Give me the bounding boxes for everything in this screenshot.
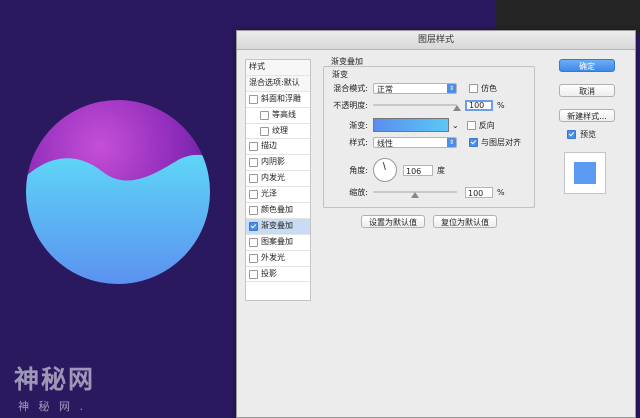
scale-slider-knob[interactable] xyxy=(411,191,419,198)
style-item-label: 颜色叠加 xyxy=(261,205,293,215)
style-item-checkbox[interactable] xyxy=(260,126,269,136)
style-item-checkbox[interactable] xyxy=(249,174,258,184)
blend-options-item[interactable]: 混合选项:默认 xyxy=(246,75,310,92)
watermark-sub: 神 秘 网 . xyxy=(18,400,86,413)
style-item-label: 外发光 xyxy=(261,252,285,262)
dither-checkbox[interactable] xyxy=(469,84,478,93)
preview-color xyxy=(574,162,596,184)
gradient-subsection: 渐变 混合模式: 正常 ⇕ 仿色 不透明度: 100 % 渐变: ⌄ 反向 样式… xyxy=(323,66,535,208)
reverse-checkbox[interactable] xyxy=(466,120,476,130)
style-item-checkbox[interactable] xyxy=(249,190,258,200)
style-item[interactable]: 内阴影 xyxy=(246,155,310,172)
scale-unit: % xyxy=(497,188,505,197)
style-item[interactable]: 图案叠加 xyxy=(246,235,310,251)
style-item[interactable]: 投影 xyxy=(246,267,310,283)
style-item-checkbox[interactable] xyxy=(249,269,258,279)
gradient-swatch[interactable] xyxy=(373,118,449,132)
blend-mode-value: 正常 xyxy=(377,85,393,94)
style-item-label: 光泽 xyxy=(261,189,277,199)
styles-list-header[interactable]: 样式 xyxy=(246,60,310,76)
style-item-checkbox[interactable] xyxy=(249,158,258,168)
reverse-label: 反向 xyxy=(478,120,495,130)
style-item-label: 纹理 xyxy=(272,125,288,135)
style-value: 线性 xyxy=(377,139,393,148)
style-item-label: 斜面和浮雕 xyxy=(261,93,301,103)
artwork-circle xyxy=(26,100,210,284)
chevron-updown-icon: ⇕ xyxy=(447,84,456,93)
style-item-checkbox[interactable] xyxy=(249,237,258,247)
style-item[interactable]: 外发光 xyxy=(246,251,310,267)
opacity-slider[interactable] xyxy=(373,101,461,111)
style-item[interactable]: 内发光 xyxy=(246,171,310,188)
scale-slider[interactable] xyxy=(373,188,457,198)
opacity-label: 不透明度: xyxy=(333,101,368,110)
chevron-updown-icon: ⇕ xyxy=(447,138,456,147)
chevron-down-icon[interactable]: ⌄ xyxy=(452,121,459,130)
style-item[interactable]: 渐变叠加 xyxy=(246,218,310,235)
style-item-checkbox[interactable] xyxy=(249,253,258,263)
subsection-title: 渐变 xyxy=(332,70,348,79)
preview-label: 预览 xyxy=(580,130,596,139)
angle-unit: 度 xyxy=(437,165,445,175)
new-style-button[interactable]: 新建样式... xyxy=(559,109,615,122)
style-item[interactable]: 颜色叠加 xyxy=(246,203,310,219)
styles-list: 样式 混合选项:默认 斜面和浮雕等高线纹理描边内阴影内发光光泽颜色叠加渐变叠加图… xyxy=(245,59,311,301)
angle-dial-hand xyxy=(382,162,386,170)
dialog-title: 图层样式 xyxy=(237,31,635,50)
style-item-label: 投影 xyxy=(261,268,277,278)
style-item[interactable]: 纹理 xyxy=(246,124,310,140)
dither-label: 仿色 xyxy=(481,84,497,93)
style-item-label: 渐变叠加 xyxy=(261,220,293,230)
style-item-label: 内阴影 xyxy=(261,157,285,167)
blend-mode-select[interactable]: 正常 ⇕ xyxy=(373,83,457,94)
style-item-checkbox[interactable] xyxy=(260,110,269,120)
blend-mode-label: 混合模式: xyxy=(333,84,368,93)
opacity-slider-knob[interactable] xyxy=(453,104,461,111)
layer-style-dialog: 图层样式 样式 混合选项:默认 斜面和浮雕等高线纹理描边内阴影内发光光泽颜色叠加… xyxy=(236,30,636,418)
style-item-checkbox[interactable] xyxy=(249,221,258,231)
align-with-layer-label: 与图层对齐 xyxy=(481,138,521,147)
scale-label: 缩放: xyxy=(349,188,368,197)
ok-button[interactable]: 确定 xyxy=(559,59,615,72)
style-select[interactable]: 线性 ⇕ xyxy=(373,137,457,148)
style-item[interactable]: 光泽 xyxy=(246,187,310,204)
style-item[interactable]: 斜面和浮雕 xyxy=(246,92,310,108)
gradient-overlay-group: 渐变叠加 渐变 混合模式: 正常 ⇕ 仿色 不透明度: 100 % 渐变: ⌄ … xyxy=(321,56,535,208)
align-with-layer-checkbox[interactable] xyxy=(469,138,478,147)
watermark: 神秘网 xyxy=(14,365,96,394)
style-item-label: 图案叠加 xyxy=(261,236,293,246)
style-label: 样式: xyxy=(349,138,368,147)
style-item-checkbox[interactable] xyxy=(249,205,258,215)
gradient-label: 渐变: xyxy=(349,120,368,130)
style-item-checkbox[interactable] xyxy=(249,94,258,104)
angle-label: 角度: xyxy=(349,165,368,175)
opacity-input[interactable]: 100 xyxy=(465,100,493,111)
scale-input[interactable]: 100 xyxy=(465,187,493,198)
style-item[interactable]: 描边 xyxy=(246,139,310,156)
style-item-checkbox[interactable] xyxy=(249,142,258,152)
preview-swatch xyxy=(564,152,606,194)
style-item-label: 描边 xyxy=(261,141,277,151)
style-item[interactable]: 等高线 xyxy=(246,108,310,124)
make-default-button[interactable]: 设置为默认值 xyxy=(361,215,425,228)
workspace-background xyxy=(496,0,640,34)
reset-default-button[interactable]: 复位为默认值 xyxy=(433,215,497,228)
angle-input[interactable]: 106 xyxy=(403,164,433,176)
opacity-unit: % xyxy=(497,101,505,110)
cancel-button[interactable]: 取消 xyxy=(559,84,615,97)
opacity-slider-track xyxy=(373,103,457,106)
angle-dial[interactable] xyxy=(373,158,397,182)
style-item-label: 内发光 xyxy=(261,173,285,183)
style-item-label: 等高线 xyxy=(272,109,296,119)
preview-checkbox[interactable] xyxy=(567,130,576,139)
